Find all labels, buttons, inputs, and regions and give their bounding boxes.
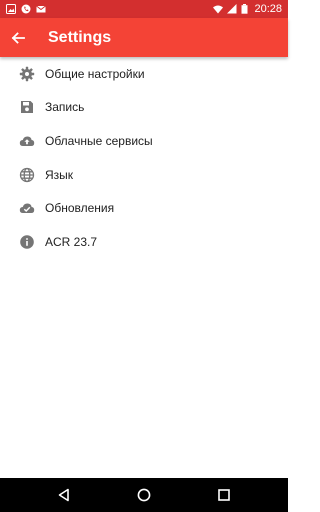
settings-item-label: Облачные сервисы [45, 133, 153, 148]
status-time: 20:28 [254, 3, 282, 15]
floppy-icon [19, 99, 35, 115]
status-bar: 20:28 [0, 0, 288, 18]
globe-icon [19, 167, 35, 183]
phone-icon [21, 4, 31, 14]
settings-item-label: Обновления [45, 201, 115, 216]
navigation-bar [0, 478, 288, 512]
nav-home-button[interactable] [104, 478, 184, 512]
gear-icon [19, 66, 35, 82]
settings-item-label: ACR 23.7 [45, 234, 98, 249]
signal-icon [227, 4, 237, 14]
wifi-icon [213, 4, 224, 14]
mail-icon [36, 4, 46, 14]
settings-item-language[interactable]: Язык [0, 158, 288, 192]
nav-recents-button[interactable] [184, 478, 264, 512]
back-triangle-icon [58, 488, 69, 502]
battery-icon [241, 4, 248, 14]
arrow-left-icon [11, 31, 25, 44]
settings-list: Общие настройки Запись Облачные сервисы [0, 57, 288, 259]
settings-item-updates[interactable]: Обновления [0, 191, 288, 225]
image-icon [6, 4, 16, 14]
settings-item-about[interactable]: ACR 23.7 [0, 225, 288, 259]
settings-item-label: Общие настройки [45, 66, 145, 81]
status-notifications [6, 4, 46, 14]
settings-item-recording[interactable]: Запись [0, 91, 288, 125]
cloud-done-icon [19, 200, 35, 216]
info-icon [19, 234, 35, 250]
nav-back-button[interactable] [24, 478, 104, 512]
settings-item-general[interactable]: Общие настройки [0, 57, 288, 91]
cloud-upload-icon [19, 133, 35, 149]
home-circle-icon [137, 488, 151, 502]
settings-item-cloud[interactable]: Облачные сервисы [0, 124, 288, 158]
settings-item-label: Запись [45, 100, 85, 115]
status-system: 20:28 [213, 3, 282, 15]
app-bar: Settings [0, 18, 288, 57]
settings-item-label: Язык [45, 167, 74, 182]
page-title: Settings [48, 28, 112, 46]
back-button[interactable] [0, 18, 38, 57]
recents-square-icon [218, 489, 230, 501]
